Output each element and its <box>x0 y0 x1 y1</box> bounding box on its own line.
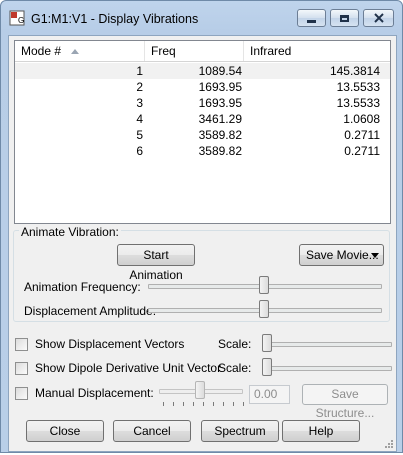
table-row[interactable]: 5 3589.82 0.2711 <box>15 127 390 143</box>
save-structure-button[interactable]: Save Structure... <box>302 384 388 420</box>
column-header-label: Infrared <box>250 44 292 58</box>
dialog-client-area: Mode # Freq Infrared 1 1089.54 145.3814 … <box>8 35 397 452</box>
infrared-value: 13.5533 <box>336 80 380 94</box>
resize-grip-icon[interactable] <box>383 438 393 448</box>
title-bar[interactable]: G G1:M1:V1 - Display Vibrations <box>1 1 402 35</box>
table-row[interactable]: 6 3589.82 0.2711 <box>15 143 390 159</box>
vectors-scale-track[interactable] <box>262 342 392 347</box>
modes-table[interactable]: Mode # Freq Infrared 1 1089.54 145.3814 … <box>14 40 391 224</box>
frequency-value: 1693.95 <box>198 96 242 110</box>
mode-number: 2 <box>136 80 143 94</box>
column-header-infrared[interactable]: Infrared <box>244 41 390 61</box>
manual-displacement-slider[interactable] <box>195 381 205 399</box>
show-dipole-derivative-label: Show Dipole Derivative Unit Vector <box>35 361 222 375</box>
manual-displacement-checkbox[interactable] <box>15 387 28 400</box>
displacement-amplitude-slider[interactable] <box>259 300 269 318</box>
dipole-scale-slider[interactable] <box>262 358 272 376</box>
spectrum-button[interactable]: Spectrum <box>201 420 279 442</box>
help-button[interactable]: Help <box>282 420 360 442</box>
manual-displacement-ticks <box>163 402 245 408</box>
manual-displacement-label: Manual Displacement: <box>35 386 154 400</box>
column-header-label: Mode # <box>21 44 62 58</box>
cancel-button[interactable]: Cancel <box>113 420 191 442</box>
window-title: G1:M1:V1 - Display Vibrations <box>31 12 199 26</box>
dipole-scale-label: Scale: <box>218 361 252 375</box>
table-row[interactable]: 1 1089.54 145.3814 <box>15 63 390 79</box>
frequency-value: 3461.29 <box>198 112 242 126</box>
dropdown-arrow-icon <box>371 253 379 258</box>
frequency-value: 3589.82 <box>198 144 242 158</box>
animation-frequency-label: Animation Frequency: <box>24 280 141 294</box>
maximize-button[interactable] <box>330 9 359 27</box>
infrared-value: 13.5533 <box>336 96 380 110</box>
close-icon <box>373 13 384 23</box>
animation-frequency-slider[interactable] <box>259 276 269 294</box>
table-row[interactable]: 4 3461.29 1.0608 <box>15 111 390 127</box>
column-header-label: Freq <box>151 44 176 58</box>
table-row[interactable]: 3 1693.95 13.5533 <box>15 95 390 111</box>
displacement-amplitude-label: Displacement Amplitude: <box>24 304 157 318</box>
mode-number: 3 <box>136 96 143 110</box>
table-header: Mode # Freq Infrared <box>15 41 390 62</box>
column-header-mode[interactable]: Mode # <box>15 41 145 61</box>
show-displacement-vectors-label: Show Displacement Vectors <box>35 337 185 351</box>
mode-number: 6 <box>136 144 143 158</box>
close-button[interactable]: Close <box>26 420 104 442</box>
column-header-freq[interactable]: Freq <box>145 41 244 61</box>
save-movie-label: Save Movie... <box>306 248 379 262</box>
frequency-value: 3589.82 <box>198 128 242 142</box>
sort-ascending-icon <box>71 49 79 54</box>
save-movie-button[interactable]: Save Movie... <box>299 244 384 266</box>
vectors-scale-label: Scale: <box>218 337 252 351</box>
display-vibrations-window: G G1:M1:V1 - Display Vibrations Mode # F… <box>0 0 403 453</box>
maximize-icon <box>340 14 349 22</box>
infrared-value: 0.2711 <box>344 128 380 142</box>
gaussview-app-icon: G <box>9 10 25 26</box>
minimize-button[interactable] <box>297 9 326 27</box>
dipole-scale-track[interactable] <box>262 366 392 371</box>
vectors-scale-slider[interactable] <box>262 334 272 352</box>
mode-number: 5 <box>136 128 143 142</box>
show-dipole-derivative-checkbox[interactable] <box>15 362 28 375</box>
infrared-value: 1.0608 <box>343 112 380 126</box>
close-window-button[interactable] <box>363 9 394 27</box>
start-animation-button[interactable]: Start Animation <box>117 244 195 282</box>
mode-number: 4 <box>136 112 143 126</box>
manual-displacement-value-field[interactable]: 0.00 <box>249 385 290 404</box>
animate-vibration-label: Animate Vibration: <box>19 225 121 239</box>
frequency-value: 1089.54 <box>198 64 242 78</box>
show-displacement-vectors-checkbox[interactable] <box>15 338 28 351</box>
svg-text:G: G <box>18 16 24 25</box>
mode-number: 1 <box>136 64 143 78</box>
infrared-value: 145.3814 <box>329 64 380 78</box>
minimize-icon <box>307 19 316 23</box>
frequency-value: 1693.95 <box>198 80 242 94</box>
table-row[interactable]: 2 1693.95 13.5533 <box>15 79 390 95</box>
infrared-value: 0.2711 <box>344 144 380 158</box>
